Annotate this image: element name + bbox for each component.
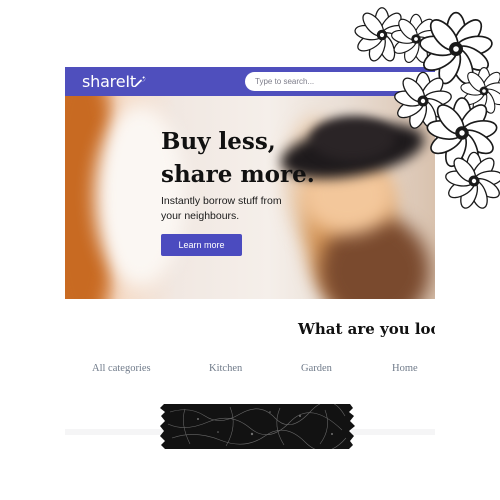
logo[interactable]: shareIt [82,73,136,90]
hero-title: Buy less, share more. [161,125,361,191]
section-title: What are you lool [298,320,435,338]
wrench-icon [135,76,146,87]
hero-title-line2: share more. [161,161,315,188]
hero-title-line1: Buy less, [161,128,276,155]
category-home[interactable]: Home [392,363,418,374]
category-kitchen[interactable]: Kitchen [209,363,242,374]
category-garden[interactable]: Garden [301,363,332,374]
learn-more-button[interactable]: Learn more [161,234,242,256]
flower-sticker [353,7,500,211]
hero-subtitle: Instantly borrow stuff from your neighbo… [161,195,282,222]
category-all[interactable]: All categories [92,363,151,374]
black-tape [160,404,355,449]
category-tabs: All categories Kitchen Garden Home [65,363,435,379]
